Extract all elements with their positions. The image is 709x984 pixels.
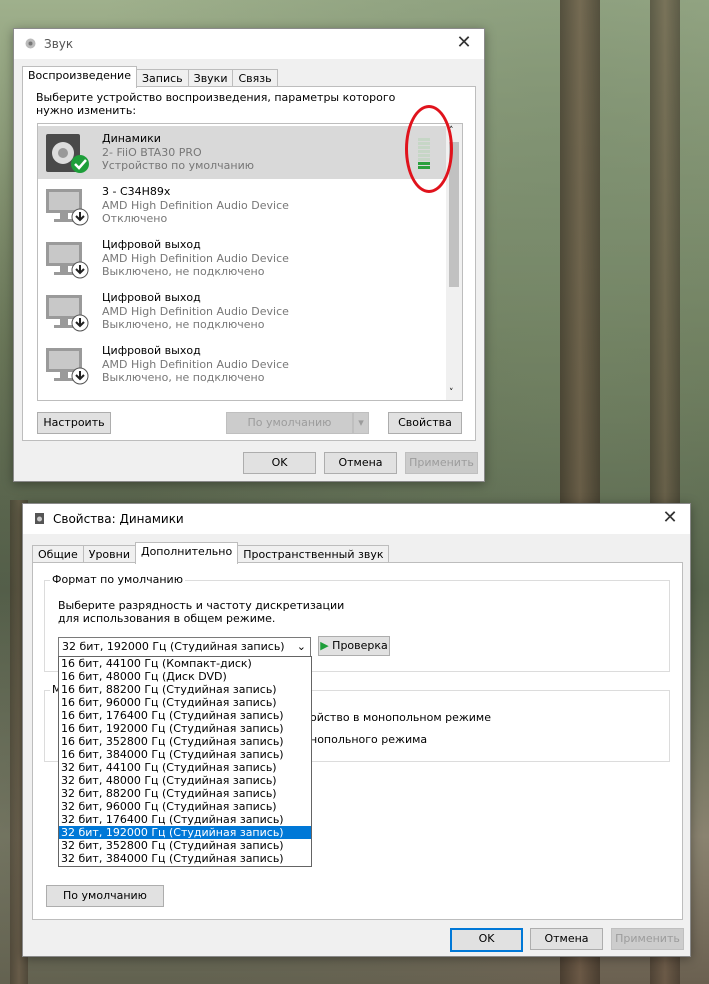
tab-playback[interactable]: Воспроизведение	[22, 66, 137, 88]
sound-dialog-title: Звук	[44, 37, 74, 51]
monitor-disabled-icon	[46, 189, 89, 226]
format-option[interactable]: 16 бит, 384000 Гц (Студийная запись)	[59, 748, 311, 761]
close-icon[interactable]: ✕	[660, 508, 680, 528]
device-name: Динамики	[102, 132, 161, 145]
format-option[interactable]: 32 бит, 352800 Гц (Студийная запись)	[59, 839, 311, 852]
properties-dialog-title: Свойства: Динамики	[53, 512, 184, 526]
format-option[interactable]: 16 бит, 96000 Гц (Студийная запись)	[59, 696, 311, 709]
apply-button[interactable]: Применить	[405, 452, 478, 474]
device-line1: AMD High Definition Audio Device	[102, 358, 289, 371]
ok-button[interactable]: OK	[243, 452, 316, 474]
device-item-digital-out[interactable]: Цифровой выход AMD High Definition Audio…	[38, 232, 458, 285]
format-option[interactable]: 32 бит, 44100 Гц (Студийная запись)	[59, 761, 311, 774]
sound-dialog-titlebar: Звук ✕	[14, 29, 484, 59]
device-name: Цифровой выход	[102, 291, 201, 304]
device-status: Выключено, не подключено	[102, 371, 265, 384]
format-select[interactable]: 32 бит, 192000 Гц (Студийная запись) ⌄	[58, 637, 311, 657]
device-status: Выключено, не подключено	[102, 318, 265, 331]
set-default-button[interactable]: По умолчанию	[226, 412, 353, 434]
device-line1: AMD High Definition Audio Device	[102, 199, 289, 212]
device-item-digital-out[interactable]: Цифровой выход AMD High Definition Audio…	[38, 285, 458, 338]
sound-dialog: Звук ✕ Воспроизведение Запись Звуки Связ…	[13, 28, 485, 482]
apply-button[interactable]: Применить	[611, 928, 684, 950]
cancel-button[interactable]: Отмена	[324, 452, 397, 474]
chevron-down-icon: ⌄	[296, 640, 306, 653]
device-name: 3 - C34H89x	[102, 185, 171, 198]
format-option[interactable]: 32 бит, 88200 Гц (Студийная запись)	[59, 787, 311, 800]
device-status: Устройство по умолчанию	[102, 159, 255, 172]
format-option[interactable]: 32 бит, 96000 Гц (Студийная запись)	[59, 800, 311, 813]
cancel-button[interactable]: Отмена	[530, 928, 603, 950]
device-line1: 2- FiiO BTA30 PRO	[102, 146, 202, 159]
format-option[interactable]: 16 бит, 192000 Гц (Студийная запись)	[59, 722, 311, 735]
device-list[interactable]: Динамики 2- FiiO BTA30 PRO Устройство по…	[37, 123, 463, 401]
set-default-dropdown-arrow[interactable]: ▾	[353, 412, 369, 434]
properties-dialog-titlebar: Свойства: Динамики ✕	[23, 504, 690, 534]
device-item-speakers[interactable]: Динамики 2- FiiO BTA30 PRO Устройство по…	[38, 126, 458, 179]
monitor-disabled-icon	[46, 348, 89, 385]
format-option[interactable]: 32 бит, 48000 Гц (Студийная запись)	[59, 774, 311, 787]
monitor-disabled-icon	[46, 295, 89, 332]
test-button-label: Проверка	[332, 639, 388, 652]
instruction-text: Выберите устройство воспроизведения, пар…	[36, 91, 396, 117]
format-select-value: 32 бит, 192000 Гц (Студийная запись)	[62, 640, 285, 653]
format-option[interactable]: 16 бит, 176400 Гц (Студийная запись)	[59, 709, 311, 722]
format-option[interactable]: 16 бит, 88200 Гц (Студийная запись)	[59, 683, 311, 696]
speaker-device-icon	[46, 134, 89, 173]
properties-button[interactable]: Свойства	[388, 412, 462, 434]
scroll-down-arrow-icon[interactable]: ˅	[449, 388, 454, 398]
exclusive-mode-option-2: нопольного режима	[310, 733, 428, 746]
exclusive-mode-option-1: ойство в монопольном режиме	[310, 711, 492, 724]
speaker-icon	[25, 38, 36, 49]
properties-dialog: Свойства: Динамики ✕ Общие Уровни Дополн…	[22, 503, 691, 957]
monitor-disabled-icon	[46, 242, 89, 279]
format-option[interactable]: 16 бит, 44100 Гц (Компакт-диск)	[59, 657, 311, 670]
device-line1: AMD High Definition Audio Device	[102, 305, 289, 318]
configure-button[interactable]: Настроить	[37, 412, 111, 434]
default-format-description: Выберите разрядность и частоту дискретиз…	[58, 599, 345, 625]
restore-default-button[interactable]: По умолчанию	[46, 885, 164, 907]
red-annotation-circle	[405, 105, 453, 193]
speaker-icon	[35, 513, 44, 524]
default-format-group-title: Формат по умолчанию	[50, 573, 185, 586]
device-item-digital-out[interactable]: Цифровой выход AMD High Definition Audio…	[38, 338, 458, 391]
device-item-monitor[interactable]: 3 - C34H89x AMD High Definition Audio De…	[38, 179, 458, 232]
advanced-panel: Формат по умолчанию Выберите разрядность…	[32, 562, 683, 920]
close-icon[interactable]: ✕	[454, 33, 474, 53]
format-option[interactable]: 16 бит, 352800 Гц (Студийная запись)	[59, 735, 311, 748]
device-status: Отключено	[102, 212, 168, 225]
tab-advanced[interactable]: Дополнительно	[134, 542, 239, 564]
test-button[interactable]: ▶ Проверка	[318, 636, 390, 656]
device-name: Цифровой выход	[102, 238, 201, 251]
format-option[interactable]: 16 бит, 48000 Гц (Диск DVD)	[59, 670, 311, 683]
format-dropdown-list[interactable]: 16 бит, 44100 Гц (Компакт-диск) 16 бит, …	[58, 656, 312, 867]
format-option[interactable]: 32 бит, 176400 Гц (Студийная запись)	[59, 813, 311, 826]
play-icon: ▶	[320, 639, 329, 652]
format-option[interactable]: 32 бит, 384000 Гц (Студийная запись)	[59, 852, 311, 865]
format-option-selected[interactable]: 32 бит, 192000 Гц (Студийная запись)	[59, 826, 311, 839]
device-status: Выключено, не подключено	[102, 265, 265, 278]
ok-button[interactable]: OK	[450, 928, 523, 952]
device-name: Цифровой выход	[102, 344, 201, 357]
device-line1: AMD High Definition Audio Device	[102, 252, 289, 265]
